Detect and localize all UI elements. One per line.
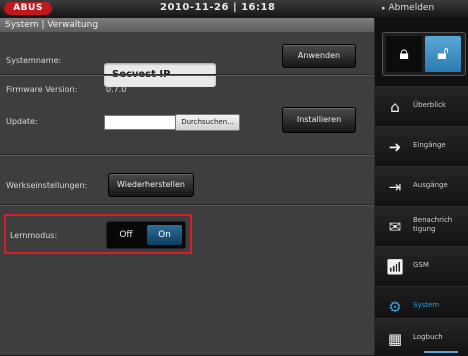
datetime: 2010-11-26 | 16:18 bbox=[160, 2, 276, 13]
toggle-off-option[interactable]: Off bbox=[107, 222, 145, 248]
sidebar-item-inputs[interactable]: ➜ Eingänge bbox=[375, 126, 468, 167]
sidebar-item-label-line2: tigung bbox=[413, 225, 436, 233]
sidebar-item-label: Eingänge bbox=[413, 141, 446, 149]
toggle-on-option[interactable]: On bbox=[147, 225, 182, 245]
sidebar-item-notification[interactable]: ✉ Benachrich tigung bbox=[375, 206, 468, 247]
learn-mode-toggle[interactable]: Off On bbox=[106, 221, 186, 249]
sidebar-item-label: System bbox=[413, 301, 440, 309]
sidebar-item-label: Überblick bbox=[413, 101, 446, 109]
main-panel: System | Verwaltung Systemname: Secvest … bbox=[0, 18, 374, 355]
sidebar-item-label-line1: Benachrich bbox=[413, 216, 453, 224]
sidebar-item-gsm[interactable]: 📶︎ GSM bbox=[375, 246, 468, 287]
sidebar-item-label: Ausgänge bbox=[413, 181, 448, 189]
update-label: Update: bbox=[6, 117, 38, 126]
logout-link[interactable]: ▸ Abmelden bbox=[382, 3, 434, 13]
abus-logo: ABUS bbox=[4, 2, 52, 15]
chevron-right-icon: ▸ bbox=[382, 4, 386, 12]
lock-toggle[interactable]: 🔒︎ 🔓︎ bbox=[382, 32, 466, 76]
sidebar-item-outputs[interactable]: ⇥ Ausgänge bbox=[375, 166, 468, 207]
enter-icon: ➜ bbox=[388, 138, 402, 156]
firmware-value: 0.7.0 bbox=[106, 85, 127, 94]
lock-closed-icon[interactable]: 🔒︎ bbox=[386, 36, 422, 72]
lock-open-icon[interactable]: 🔓︎ bbox=[425, 36, 461, 72]
top-bar: ABUS 2010-11-26 | 16:18 ▸ Abmelden bbox=[0, 0, 468, 19]
exit-icon: ⇥ bbox=[388, 178, 402, 196]
apply-button[interactable]: Anwenden bbox=[282, 44, 356, 68]
restore-button[interactable]: Wiederherstellen bbox=[108, 173, 194, 197]
sidebar: 🔒︎ 🔓︎ ⌂ Überblick ➜ Eingänge ⇥ Ausgänge … bbox=[374, 18, 468, 356]
update-file-input[interactable] bbox=[104, 115, 176, 130]
breadcrumb: System | Verwaltung bbox=[0, 18, 374, 32]
sidebar-item-label: GSM bbox=[413, 261, 429, 269]
divider bbox=[0, 204, 374, 206]
divider bbox=[0, 74, 374, 76]
accent-line bbox=[424, 351, 458, 353]
logbook-icon: ▦ bbox=[387, 330, 403, 348]
wrench-icon: ⚙ bbox=[388, 298, 402, 316]
divider bbox=[0, 154, 374, 156]
sidebar-item-overview[interactable]: ⌂ Überblick bbox=[375, 86, 468, 127]
browse-button[interactable]: Durchsuchen... bbox=[175, 114, 240, 131]
systemname-label: Systemname: bbox=[6, 56, 62, 65]
learn-mode-label: Lernmodus: bbox=[10, 231, 58, 240]
house-icon: ⌂ bbox=[390, 98, 400, 116]
firmware-label: Firmware Version: bbox=[6, 85, 78, 94]
sidebar-item-label: Benachrich tigung bbox=[413, 216, 452, 234]
sidebar-item-label: Logbuch bbox=[413, 333, 443, 341]
factory-reset-label: Werkseinstellungen: bbox=[6, 181, 88, 190]
logout-label: Abmelden bbox=[388, 3, 435, 13]
signal-icon: 📶︎ bbox=[385, 258, 405, 276]
install-button[interactable]: Installieren bbox=[282, 107, 356, 133]
envelope-icon: ✉ bbox=[388, 218, 402, 236]
